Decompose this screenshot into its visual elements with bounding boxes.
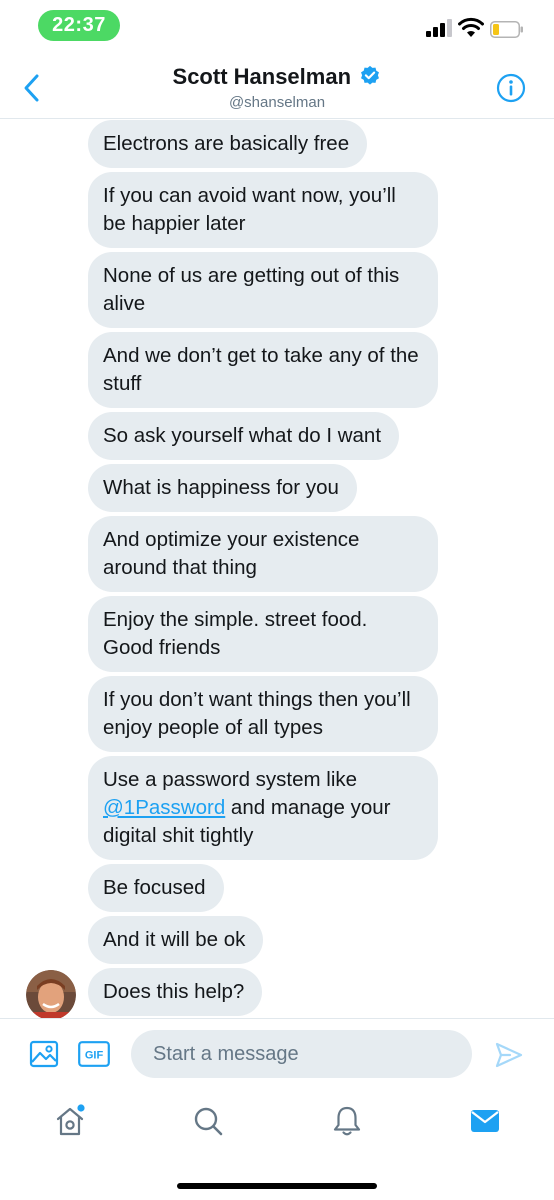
- message-bubble[interactable]: Does this help?: [88, 968, 263, 1016]
- mail-icon[interactable]: [469, 1104, 501, 1138]
- search-icon[interactable]: [192, 1104, 224, 1138]
- message-composer: GIF: [0, 1018, 554, 1090]
- message-list: Electrons are basically free If you can …: [88, 120, 518, 1018]
- home-notification-dot: [77, 1104, 85, 1112]
- cellular-signal-icon: [426, 19, 452, 37]
- message-bubble[interactable]: None of us are getting out of this alive: [88, 252, 438, 328]
- battery-icon: [490, 21, 523, 38]
- message-bubble[interactable]: And it will be ok: [88, 916, 264, 964]
- avatar[interactable]: [26, 970, 76, 1018]
- message-bubble[interactable]: What is happiness for you: [88, 464, 357, 512]
- home-icon[interactable]: [54, 1104, 86, 1138]
- status-time: 22:37: [38, 10, 120, 41]
- message-bubble[interactable]: Electrons are basically free: [88, 120, 368, 168]
- bell-icon[interactable]: [331, 1104, 363, 1138]
- gif-label: GIF: [85, 1050, 104, 1062]
- message-thread[interactable]: Electrons are basically free If you can …: [0, 120, 554, 1018]
- conversation-header: Scott Hanselman @shanselman: [0, 52, 554, 119]
- message-input[interactable]: [131, 1030, 472, 1078]
- info-icon[interactable]: [496, 73, 526, 103]
- image-icon[interactable]: [29, 1039, 59, 1069]
- gif-icon[interactable]: GIF: [78, 1041, 110, 1067]
- message-bubble[interactable]: If you don’t want things then you’ll enj…: [88, 676, 438, 752]
- message-bubble[interactable]: Enjoy the simple. street food. Good frie…: [88, 596, 438, 672]
- message-bubble[interactable]: So ask yourself what do I want: [88, 412, 400, 460]
- send-icon[interactable]: [494, 1040, 524, 1070]
- contact-name[interactable]: Scott Hanselman: [173, 64, 352, 89]
- wifi-icon: [458, 17, 484, 37]
- message-bubble-with-mention[interactable]: Use a password system like @1Password an…: [88, 756, 438, 860]
- message-text: Use a password system like: [103, 768, 358, 791]
- message-bubble[interactable]: And optimize your existence around that …: [88, 516, 438, 592]
- tab-bar: [0, 1090, 554, 1160]
- home-indicator[interactable]: [177, 1183, 377, 1189]
- mention-link[interactable]: @1Password: [103, 796, 225, 819]
- header-title-row: Scott Hanselman: [0, 64, 554, 90]
- status-bar: 22:37: [0, 0, 554, 52]
- verified-badge-icon: [361, 65, 380, 85]
- message-bubble[interactable]: If you can avoid want now, you’ll be hap…: [88, 172, 438, 248]
- contact-handle: @shanselman: [228, 94, 326, 111]
- message-bubble[interactable]: Be focused: [88, 864, 224, 912]
- message-bubble[interactable]: And we don’t get to take any of the stuf…: [88, 332, 438, 408]
